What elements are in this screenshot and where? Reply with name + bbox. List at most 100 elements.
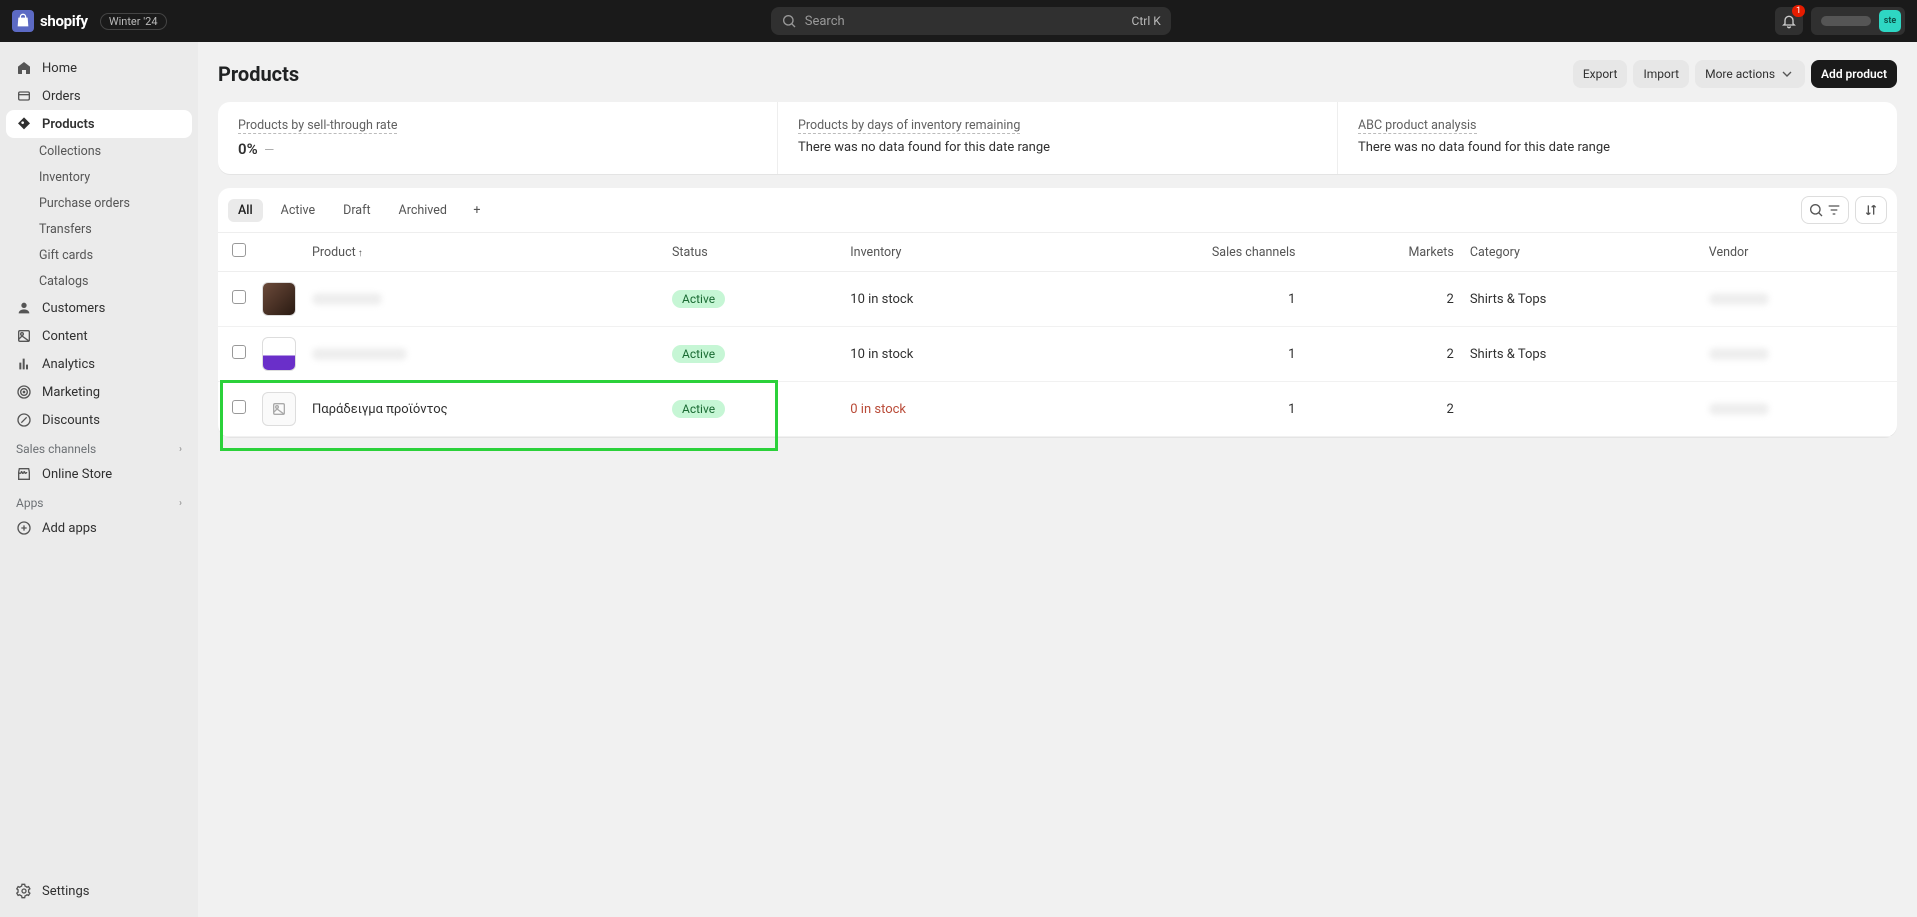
sidebar-item-content[interactable]: Content (6, 322, 192, 350)
product-name (312, 348, 407, 360)
col-inventory[interactable]: Inventory (842, 233, 1046, 272)
plus-circle-icon (16, 520, 32, 536)
tab-archived[interactable]: Archived (389, 199, 457, 222)
sidebar-item-orders[interactable]: Orders (6, 82, 192, 110)
row-checkbox[interactable] (232, 400, 246, 414)
select-all-checkbox[interactable] (232, 243, 246, 257)
sidebar-item-marketing[interactable]: Marketing (6, 378, 192, 406)
sidebar-item-label: Discounts (42, 413, 100, 428)
avatar: ste (1879, 10, 1901, 32)
sidebar-sub-catalogs[interactable]: Catalogs (6, 268, 192, 294)
metrics-card: Products by sell-through rate 0% — Produ… (218, 102, 1897, 174)
search-kbd: Ctrl K (1132, 14, 1161, 28)
col-sales-channels[interactable]: Sales channels (1046, 233, 1303, 272)
search-filter-button[interactable] (1801, 196, 1849, 224)
sidebar-sub-transfers[interactable]: Transfers (6, 216, 192, 242)
home-icon (16, 60, 32, 76)
logo[interactable]: shopify Winter '24 (12, 10, 167, 32)
status-badge: Active (672, 400, 725, 418)
col-vendor[interactable]: Vendor (1701, 233, 1897, 272)
discounts-icon (16, 412, 32, 428)
markets-value: 2 (1303, 272, 1461, 327)
search-placeholder: Search (805, 14, 845, 29)
chevron-right-icon: › (179, 444, 182, 455)
metric-abc[interactable]: ABC product analysis There was no data f… (1338, 102, 1897, 174)
tab-all[interactable]: All (228, 199, 263, 222)
sidebar-item-home[interactable]: Home (6, 54, 192, 82)
tab-draft[interactable]: Draft (333, 199, 380, 222)
sidebar-sub-gift-cards[interactable]: Gift cards (6, 242, 192, 268)
row-checkbox[interactable] (232, 345, 246, 359)
topbar: shopify Winter '24 Search Ctrl K 1 ste (0, 0, 1917, 42)
product-name: Παράδειγμα προϊόντος (312, 402, 448, 417)
edition-badge[interactable]: Winter '24 (100, 13, 167, 30)
vendor-value (1709, 348, 1769, 360)
markets-value: 2 (1303, 327, 1461, 382)
col-status[interactable]: Status (664, 233, 842, 272)
category-value (1462, 382, 1701, 437)
sort-icon (1863, 202, 1879, 218)
store-name-placeholder (1821, 16, 1871, 26)
sidebar-item-online-store[interactable]: Online Store (6, 460, 192, 488)
sidebar-item-customers[interactable]: Customers (6, 294, 192, 322)
more-actions-button[interactable]: More actions (1695, 60, 1805, 88)
product-thumbnail (262, 282, 296, 316)
products-table: Product↑ Status Inventory Sales channels… (218, 233, 1897, 437)
col-markets[interactable]: Markets (1303, 233, 1461, 272)
shopify-bag-icon (12, 10, 34, 32)
sidebar: Home Orders Products Collections Invento… (0, 42, 198, 917)
add-product-button[interactable]: Add product (1811, 60, 1897, 88)
sidebar-item-products[interactable]: Products (6, 110, 192, 138)
metric-days-inventory[interactable]: Products by days of inventory remaining … (778, 102, 1338, 174)
store-icon (16, 466, 32, 482)
store-menu[interactable]: ste (1811, 7, 1905, 35)
sidebar-sub-purchase-orders[interactable]: Purchase orders (6, 190, 192, 216)
col-product[interactable]: Product↑ (304, 233, 664, 272)
status-badge: Active (672, 345, 725, 363)
customers-icon (16, 300, 32, 316)
search-icon (781, 13, 797, 29)
tab-active[interactable]: Active (271, 199, 325, 222)
sales-channels-value: 1 (1046, 327, 1303, 382)
sidebar-item-label: Products (42, 117, 95, 132)
export-button[interactable]: Export (1573, 60, 1628, 88)
row-checkbox[interactable] (232, 290, 246, 304)
sidebar-item-add-apps[interactable]: Add apps (6, 514, 192, 542)
chevron-down-icon (1779, 66, 1795, 82)
orders-icon (16, 88, 32, 104)
sidebar-item-discounts[interactable]: Discounts (6, 406, 192, 434)
category-value: Shirts & Tops (1462, 327, 1701, 382)
content-icon (16, 328, 32, 344)
col-category[interactable]: Category (1462, 233, 1701, 272)
chevron-right-icon: › (179, 498, 182, 509)
table-row[interactable]: Active 10 in stock 1 2 Shirts & Tops (218, 327, 1897, 382)
metric-sell-through[interactable]: Products by sell-through rate 0% — (218, 102, 778, 174)
sales-channels-value: 1 (1046, 382, 1303, 437)
vendor-value (1709, 293, 1769, 305)
sidebar-item-label: Orders (42, 89, 81, 104)
sidebar-item-label: Customers (42, 301, 105, 316)
page-title: Products (218, 62, 299, 86)
markets-value: 2 (1303, 382, 1461, 437)
sales-channels-value: 1 (1046, 272, 1303, 327)
sidebar-sub-collections[interactable]: Collections (6, 138, 192, 164)
sales-channels-header[interactable]: Sales channels › (6, 434, 192, 460)
sidebar-item-settings[interactable]: Settings (6, 877, 192, 905)
sort-button[interactable] (1855, 196, 1887, 224)
notifications-button[interactable]: 1 (1775, 7, 1803, 35)
product-thumbnail (262, 337, 296, 371)
product-name (312, 293, 382, 305)
sidebar-item-label: Content (42, 329, 88, 344)
status-badge: Active (672, 290, 725, 308)
table-row[interactable]: Active 10 in stock 1 2 Shirts & Tops (218, 272, 1897, 327)
sidebar-item-analytics[interactable]: Analytics (6, 350, 192, 378)
sidebar-sub-inventory[interactable]: Inventory (6, 164, 192, 190)
search-input[interactable]: Search Ctrl K (771, 7, 1171, 35)
table-row[interactable]: Παράδειγμα προϊόντος Active 0 in stock 1… (218, 382, 1897, 437)
analytics-icon (16, 356, 32, 372)
sidebar-item-label: Analytics (42, 357, 95, 372)
add-view-button[interactable]: + (465, 199, 489, 222)
main-content: Products Export Import More actions Add … (198, 42, 1917, 917)
import-button[interactable]: Import (1633, 60, 1689, 88)
apps-header[interactable]: Apps › (6, 488, 192, 514)
